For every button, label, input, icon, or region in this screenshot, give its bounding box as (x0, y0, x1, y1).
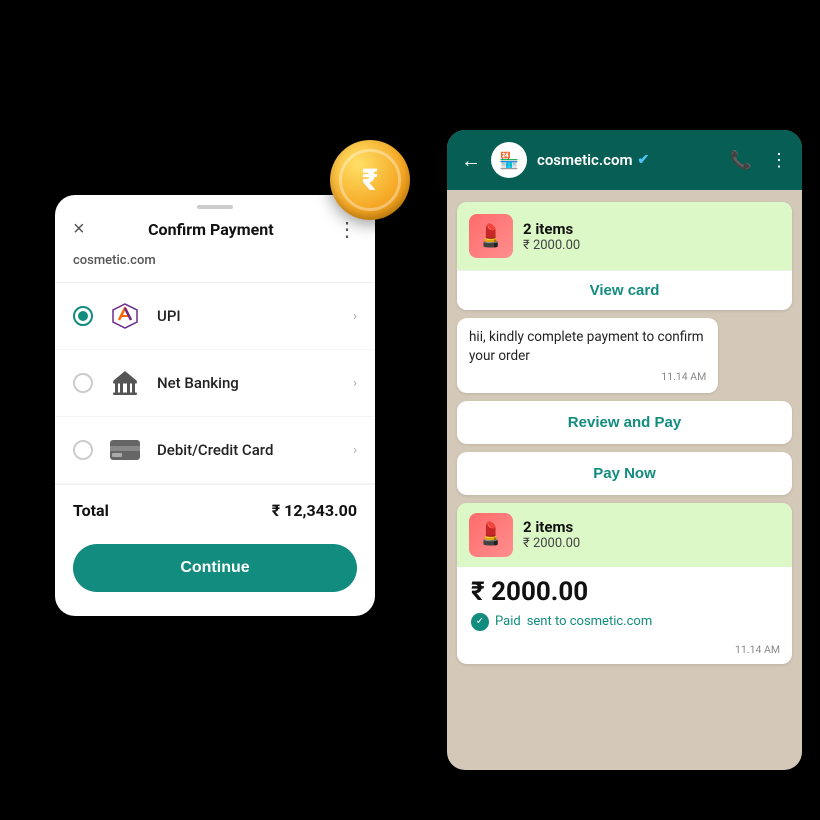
paid-destination: sent to cosmetic.com (527, 614, 653, 629)
bank-icon (110, 368, 140, 398)
modal-title: Confirm Payment (148, 220, 274, 239)
verified-icon: ✔ (638, 152, 650, 168)
upi-icon (109, 300, 141, 332)
modal-total-row: Total ₹ 12,343.00 (55, 485, 375, 536)
wa-contact-name: cosmetic.com ✔ (537, 151, 720, 169)
product-card-1: 💄 2 items ₹ 2000.00 View card (457, 202, 792, 310)
payment-option-netbanking[interactable]: Net Banking › (55, 350, 375, 417)
back-icon[interactable]: ← (461, 148, 481, 173)
total-amount: ₹ 12,343.00 (272, 501, 357, 520)
modal-drag-handle (55, 195, 375, 213)
wa-avatar-emoji: 🏪 (499, 151, 519, 170)
receipt-card: 💄 2 items ₹ 2000.00 ₹ 2000.00 ✓ Paid sen… (457, 503, 792, 664)
receipt-product-info: 2 items ₹ 2000.00 (523, 518, 580, 551)
receipt-paid-row: ✓ Paid sent to cosmetic.com (457, 611, 792, 639)
pay-now-button[interactable]: Pay Now (457, 452, 792, 495)
call-icon[interactable]: 📞 (730, 150, 752, 171)
chat-message-text: hii, kindly complete payment to confirm … (469, 328, 706, 366)
credit-card-icon (109, 438, 141, 462)
more-options-icon[interactable]: ⋮ (770, 150, 788, 171)
total-label: Total (73, 501, 109, 520)
receipt-amount: ₹ 2000.00 (457, 567, 792, 611)
card-radio[interactable] (73, 440, 93, 460)
upi-label: UPI (157, 307, 339, 325)
view-card-button[interactable]: View card (457, 270, 792, 310)
modal-more-icon[interactable]: ⋮ (337, 217, 357, 241)
netbanking-label: Net Banking (157, 374, 339, 392)
card-icon-wrap (107, 432, 143, 468)
chat-message-time: 11.14 AM (469, 370, 706, 383)
product-info: 2 items ₹ 2000.00 (523, 220, 580, 253)
rupee-symbol: ₹ (339, 149, 401, 211)
wa-chat-body: 💄 2 items ₹ 2000.00 View card hii, kindl… (447, 190, 802, 770)
review-and-pay-button[interactable]: Review and Pay (457, 401, 792, 444)
upi-radio[interactable] (73, 306, 93, 326)
card-chevron-icon: › (353, 443, 357, 458)
wa-name-area: cosmetic.com ✔ (537, 151, 720, 169)
receipt-product-image: 💄 (469, 513, 513, 557)
whatsapp-panel: ← 🏪 cosmetic.com ✔ 📞 ⋮ 💄 2 items ₹ 2000.… (447, 130, 802, 770)
wa-avatar: 🏪 (491, 142, 527, 178)
payment-option-upi[interactable]: UPI › (55, 283, 375, 350)
drag-bar (197, 205, 233, 209)
netbanking-chevron-icon: › (353, 376, 357, 391)
netbanking-radio[interactable] (73, 373, 93, 393)
rupee-coin: ₹ (330, 140, 410, 220)
wa-header-icons: 📞 ⋮ (730, 150, 788, 171)
modal-header: × Confirm Payment ⋮ (55, 213, 375, 253)
receipt-items-price: ₹ 2000.00 (523, 536, 580, 551)
chat-message-bubble: hii, kindly complete payment to confirm … (457, 318, 718, 393)
product-image: 💄 (469, 214, 513, 258)
items-price-label: ₹ 2000.00 (523, 238, 580, 253)
continue-button[interactable]: Continue (73, 544, 357, 592)
items-count-label: 2 items (523, 220, 580, 238)
modal-merchant-name: cosmetic.com (55, 253, 375, 282)
receipt-top: 💄 2 items ₹ 2000.00 (457, 503, 792, 567)
card-label: Debit/Credit Card (157, 441, 339, 459)
upi-icon-wrap (107, 298, 143, 334)
paid-checkmark-icon: ✓ (471, 613, 489, 631)
product-card-top: 💄 2 items ₹ 2000.00 (457, 202, 792, 270)
upi-chevron-icon: › (353, 309, 357, 324)
modal-close-button[interactable]: × (73, 218, 85, 241)
receipt-items-label: 2 items (523, 518, 580, 536)
payment-modal: × Confirm Payment ⋮ cosmetic.com UPI › (55, 195, 375, 616)
wa-header: ← 🏪 cosmetic.com ✔ 📞 ⋮ (447, 130, 802, 190)
paid-label: Paid (495, 614, 521, 629)
payment-option-card[interactable]: Debit/Credit Card › (55, 417, 375, 484)
netbanking-icon-wrap (107, 365, 143, 401)
receipt-time: 11.14 AM (457, 639, 792, 664)
